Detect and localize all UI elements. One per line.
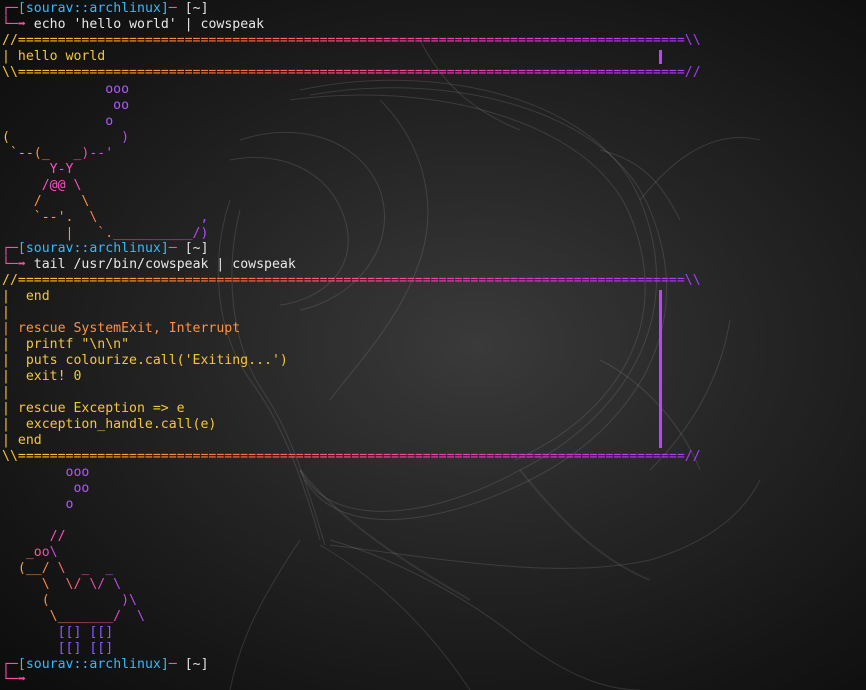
bubble-line: | printf "\n\n": [2, 337, 130, 352]
command-line: └─➡ tail /usr/bin/cowspeak | cowspeak: [2, 257, 296, 272]
art-line: ( ): [2, 130, 130, 145]
art-line: oo: [2, 98, 130, 113]
art-line: o: [2, 114, 114, 129]
art-line: [[] [[]: [2, 641, 114, 656]
prompt-host: archlinux: [89, 657, 161, 672]
bubble-line: | exception_handle.call(e): [2, 417, 217, 432]
bubble-edge: [659, 290, 662, 448]
art-line: (__/ \ _ _: [2, 561, 114, 576]
bubble-line: | exit! 0: [2, 369, 82, 384]
art-line: ( )\: [2, 593, 137, 608]
art-line: / \: [2, 194, 90, 209]
art-line: ooo: [2, 465, 90, 480]
art-line: /@@ \: [2, 178, 82, 193]
bubble-bottom: \\======================================…: [2, 449, 701, 464]
prompt-arrow-icon: ➡: [17, 257, 26, 272]
prompt-arrow-icon: ➡: [17, 672, 26, 687]
art-line: \_______/ \: [2, 609, 145, 624]
terminal[interactable]: ┌─[sourav::archlinux]─ [~] └─➡ echo 'hel…: [0, 0, 866, 690]
art-line: o: [2, 497, 74, 512]
prompt-line: ┌─[sourav::archlinux]─ [~]: [2, 241, 209, 256]
bubble-line: | rescue Exception => e: [2, 401, 185, 416]
art-line: _oo\: [2, 545, 58, 560]
prompt-host: archlinux: [89, 241, 161, 256]
bubble-line: | hello world: [2, 49, 106, 64]
prompt-dir: [~]: [184, 657, 209, 672]
prompt-user: sourav: [25, 241, 74, 256]
prompt-arrow-icon: ➡: [17, 17, 26, 32]
bubble-bottom: \\======================================…: [2, 65, 701, 80]
art-line: `--(_ _)--': [2, 146, 114, 161]
prompt-dir: [~]: [184, 241, 209, 256]
prompt-line: ┌─[sourav::archlinux]─ [~]: [2, 657, 209, 672]
bubble-line: | end: [2, 289, 50, 304]
art-line: oo: [2, 481, 90, 496]
prompt-line: ┌─[sourav::archlinux]─ [~]: [2, 1, 209, 16]
command-line: └─➡ echo 'hello world' | cowspeak: [2, 17, 265, 32]
prompt-host: archlinux: [89, 1, 161, 16]
art-line: `--'. \ ,: [2, 210, 209, 225]
bubble-top: //======================================…: [2, 33, 701, 48]
bubble-line: |: [2, 385, 10, 400]
art-line: | `.__________/): [2, 226, 209, 241]
prompt-user: sourav: [25, 1, 74, 16]
art-line: \ \/ \/ \: [2, 577, 122, 592]
art-line: Y-Y: [2, 162, 74, 177]
bubble-line: | rescue SystemExit, Interrupt: [2, 321, 241, 336]
art-line: ooo: [2, 82, 130, 97]
command-text: tail /usr/bin/cowspeak | cowspeak: [33, 257, 296, 272]
bubble-line: | puts colourize.call('Exiting...'): [2, 353, 288, 368]
prompt-sep: ::: [73, 657, 90, 672]
prompt-dir: [~]: [184, 1, 209, 16]
bubble-line: |: [2, 305, 10, 320]
art-line: [[] [[]: [2, 625, 114, 640]
art-line: //: [2, 529, 66, 544]
bubble-line: | end: [2, 433, 42, 448]
prompt-sep: ::: [73, 1, 90, 16]
prompt-sep: ::: [73, 241, 90, 256]
command-text: echo 'hello world' | cowspeak: [33, 17, 265, 32]
prompt-user: sourav: [25, 657, 74, 672]
bubble-top: //======================================…: [2, 273, 701, 288]
bubble-edge: [659, 50, 662, 64]
command-input-line[interactable]: └─➡: [2, 672, 26, 688]
